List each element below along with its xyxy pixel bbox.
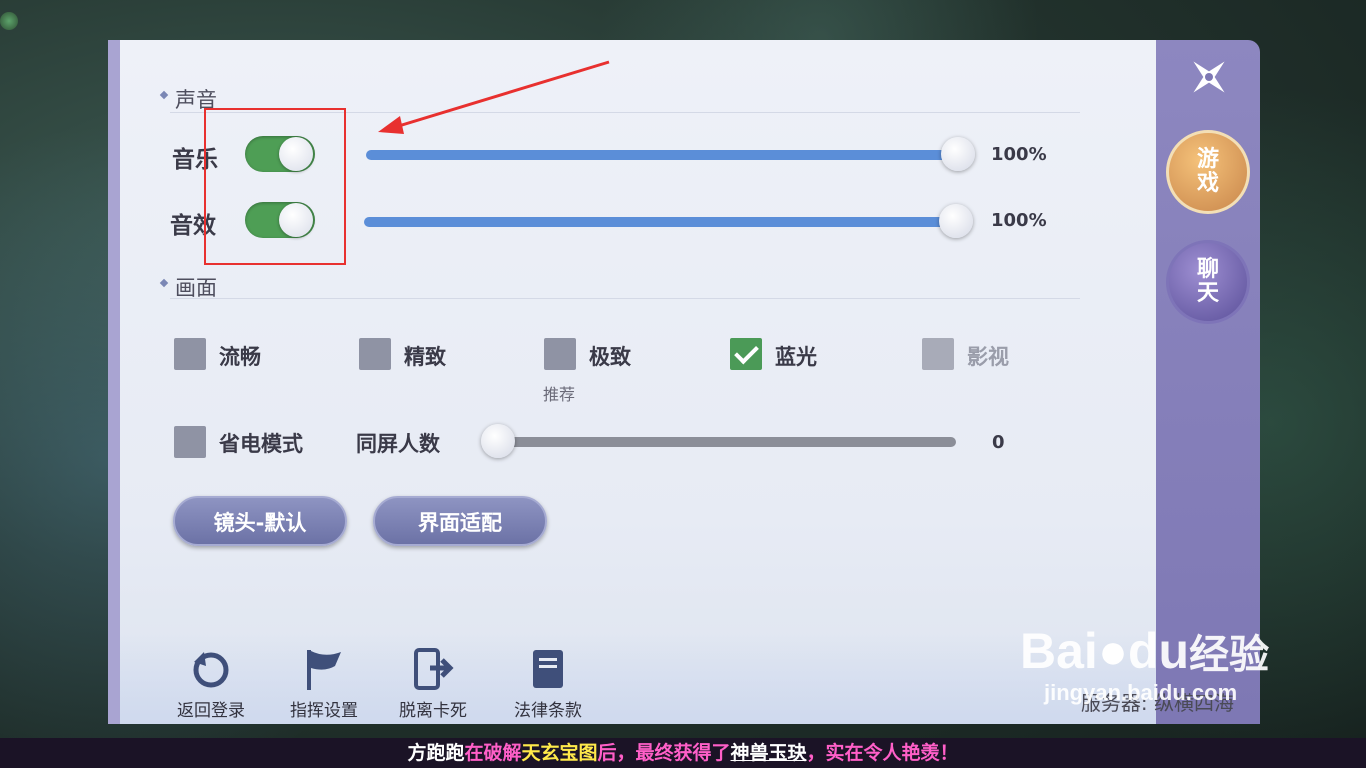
paw-icon: ● <box>1097 623 1129 679</box>
watermark-url: jingyan.baidu.com <box>1044 680 1238 705</box>
announcement-ticker: 方跑跑在破解天玄宝图后，最终获得了神兽玉玦，实在令人艳羡！ <box>0 738 1366 768</box>
ticker-text: ，实在令人艳羡！ <box>806 742 959 764</box>
watermark-text-cn: 经验 <box>1189 632 1270 678</box>
baidu-watermark: Bai●du经验 jingyan.baidu.com <box>1020 622 1269 706</box>
watermark-main: Bai●du经验 <box>1020 622 1269 680</box>
ticker-item: 天玄宝图 <box>521 742 598 764</box>
ticker-text: 后，最终获得了 <box>597 742 731 764</box>
watermark-text: Bai <box>1020 623 1098 679</box>
ticker-reward: 神兽玉玦 <box>730 742 807 764</box>
watermark-text: du <box>1128 623 1190 679</box>
ticker-text: 在破解 <box>464 742 522 764</box>
ticker-player: 方跑跑 <box>407 742 465 764</box>
